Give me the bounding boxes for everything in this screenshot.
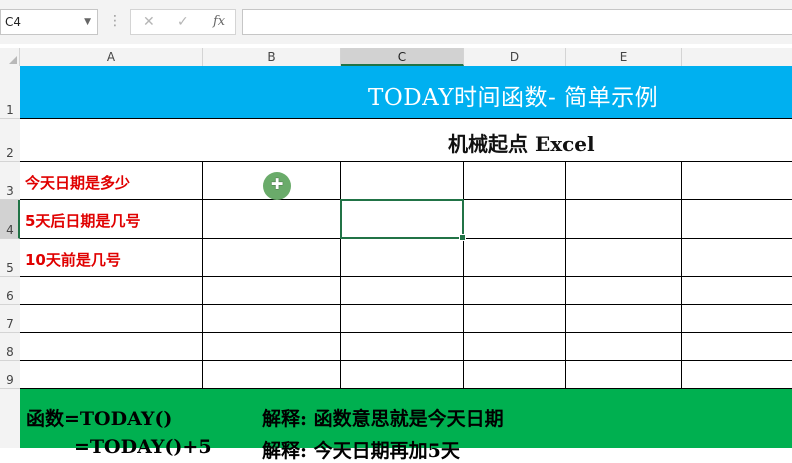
grid-line <box>20 276 792 277</box>
grid-line <box>20 118 792 119</box>
chevron-down-icon[interactable]: ▼ <box>84 10 91 34</box>
row-header-8[interactable]: 8 <box>0 333 20 361</box>
grid-line <box>463 162 464 389</box>
grid-line <box>202 162 203 389</box>
note-formula-1: 函数=TODAY() <box>26 408 173 430</box>
note-formula-2: =TODAY()+5 <box>74 436 212 458</box>
grid-line <box>565 162 566 389</box>
sheet-title: TODAY时间函数- 简单示例 <box>368 85 659 111</box>
row-header-10[interactable] <box>0 389 20 448</box>
column-header-d[interactable]: D <box>464 48 566 66</box>
row-header-7[interactable]: 7 <box>0 305 20 333</box>
column-header-e[interactable]: E <box>566 48 682 66</box>
grid-line <box>20 360 792 361</box>
fx-icon[interactable]: fx <box>213 14 225 29</box>
formula-buttons: ✕ ✓ fx <box>130 9 236 35</box>
sheet-subtitle: 机械起点 Excel <box>448 132 595 156</box>
grid-line <box>340 162 341 389</box>
cell-a4[interactable]: 5天后日期是几号 <box>25 210 140 231</box>
formula-input[interactable] <box>242 9 792 35</box>
column-header-c[interactable]: C <box>341 48 464 66</box>
drag-handle-icon[interactable]: ⋮ <box>108 13 122 29</box>
selected-cell-c4[interactable] <box>340 199 466 241</box>
row-header-1[interactable]: 1 <box>0 66 20 119</box>
select-all-button[interactable] <box>0 48 20 66</box>
cancel-icon[interactable]: ✕ <box>143 14 155 30</box>
column-header-f[interactable] <box>682 48 792 66</box>
grid-line <box>681 162 682 389</box>
enter-icon[interactable]: ✓ <box>177 14 189 30</box>
column-header-b[interactable]: B <box>203 48 341 66</box>
move-cursor-icon: ✚ <box>263 172 291 200</box>
grid-line <box>20 332 792 333</box>
row-header-6[interactable]: 6 <box>0 277 20 305</box>
row-header-3[interactable]: 3 <box>0 162 20 200</box>
row-header-9[interactable]: 9 <box>0 361 20 389</box>
cell-a3[interactable]: 今天日期是多少 <box>25 172 130 193</box>
note-explain-1: 解释: 函数意思就是今天日期 <box>262 408 504 430</box>
column-header-a[interactable]: A <box>20 48 203 66</box>
note-explain-2: 解释: 今天日期再加5天 <box>262 440 460 462</box>
row-header-2[interactable]: 2 <box>0 119 20 162</box>
name-box-value: C4 <box>5 15 22 29</box>
grid-line <box>20 304 792 305</box>
formula-bar: C4 ▼ ⋮ ✕ ✓ fx <box>0 0 792 44</box>
cell-a5[interactable]: 10天前是几号 <box>25 249 121 270</box>
name-box[interactable]: C4 ▼ <box>0 9 98 35</box>
row-header-4[interactable]: 4 <box>0 200 20 239</box>
grid-line <box>20 161 792 162</box>
row-header-5[interactable]: 5 <box>0 239 20 277</box>
